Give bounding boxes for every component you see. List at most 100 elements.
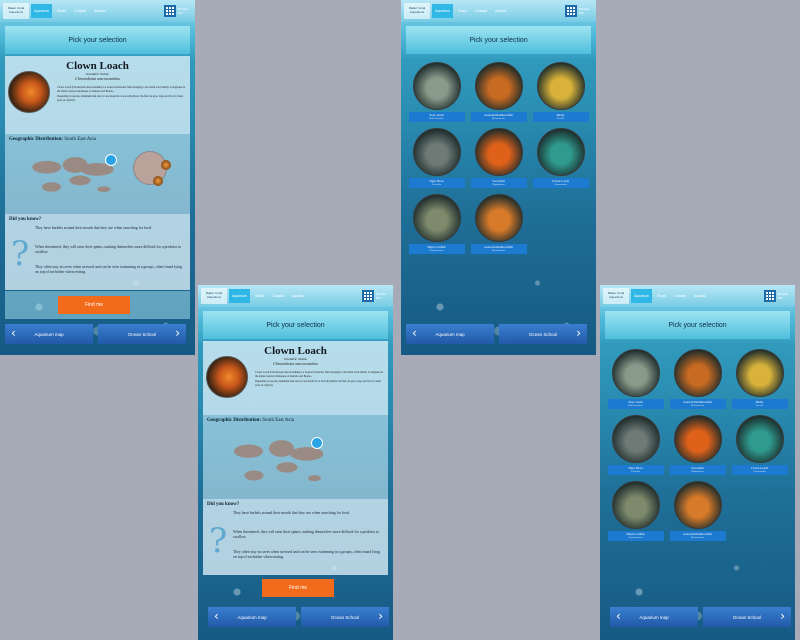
geo-label: Geographic Distribution: South East Asia: [9, 137, 96, 142]
fish-thumbnail[interactable]: [611, 415, 660, 463]
fish-caption[interactable]: Assorted Rainbowfish Melanotaenia: [470, 244, 527, 254]
map-marker[interactable]: [311, 437, 323, 449]
tab-shark[interactable]: Shark: [252, 289, 267, 303]
fish-card[interactable]: Molly Poecilia: [531, 62, 590, 122]
fish-caption[interactable]: Yoyo loach Botia almorhae: [607, 399, 664, 409]
ocean-school-button[interactable]: Ocean School ›: [98, 324, 186, 344]
fish-thumbnail[interactable]: [673, 415, 722, 463]
ocean-school-button[interactable]: Ocean School ›: [301, 607, 389, 627]
tab-aquarium[interactable]: Aquarium: [229, 289, 250, 303]
nav-logo[interactable]: Maker Coral Aquariums: [603, 288, 629, 304]
fish-subname: Xiphophorus: [492, 183, 505, 186]
nav-logo[interactable]: Maker Coral Aquariums: [3, 3, 29, 19]
grid-menu-icon[interactable]: [362, 290, 374, 302]
tab-coastal[interactable]: Coastal: [71, 4, 89, 18]
tab-shark[interactable]: Shark: [54, 4, 69, 18]
fish-thumbnail[interactable]: [474, 62, 523, 110]
chevron-right-icon: ›: [378, 609, 383, 623]
fish-thumbnail[interactable]: [536, 62, 585, 110]
fish-caption[interactable]: Swordtail Xiphophorus: [470, 178, 527, 188]
tab-coastal[interactable]: Coastal: [671, 289, 689, 303]
fish-caption[interactable]: Assorted Rainbowfish Melanotaenia: [669, 531, 726, 541]
fish-photo: [206, 356, 248, 398]
fish-card[interactable]: Yoyo loach Botia almorhae: [606, 349, 665, 409]
ocean-school-button[interactable]: Ocean School ›: [499, 324, 587, 344]
fish-card[interactable]: Tiger Pleco Peckoltia: [407, 128, 466, 188]
grid-menu-label: Browse fish: [376, 292, 387, 300]
fish-card[interactable]: Assorted Rainbowfish Melanotaenia: [668, 349, 727, 409]
grid-menu-icon[interactable]: [164, 5, 176, 17]
fish-card[interactable]: Clown Loach Chromobotia: [531, 128, 590, 188]
fish-card[interactable]: Swordtail Xiphophorus: [668, 415, 727, 475]
fish-thumbnail[interactable]: [673, 349, 722, 397]
fish-card[interactable]: Assorted Rainbowfish Melanotaenia: [469, 62, 528, 122]
fish-card[interactable]: Clown Loach Chromobotia: [730, 415, 789, 475]
tab-coastal[interactable]: Coastal: [269, 289, 287, 303]
fish-caption[interactable]: Hoplo Catfish Hoplosternum: [607, 531, 664, 541]
chevron-left-icon: ‹: [412, 326, 417, 340]
did-you-know-label: Did you know?: [9, 217, 42, 222]
fish-card[interactable]: Assorted Rainbowfish Melanotaenia: [469, 194, 528, 254]
fish-caption[interactable]: Assorted Rainbowfish Melanotaenia: [470, 112, 527, 122]
fish-caption[interactable]: Hoplo Catfish Hoplosternum: [408, 244, 465, 254]
tab-aquatic[interactable]: Aquatic: [492, 4, 510, 18]
ocean-school-button[interactable]: Ocean School ›: [703, 607, 791, 627]
fish-card[interactable]: Hoplo Catfish Hoplosternum: [606, 481, 665, 541]
fish-thumbnail[interactable]: [412, 128, 461, 176]
fish-title: Clown Loach: [66, 60, 129, 72]
tab-aquarium[interactable]: Aquarium: [31, 4, 52, 18]
aquarium-map-label: Aquarium map: [639, 614, 669, 620]
aquarium-map-button[interactable]: ‹ Aquarium map: [610, 607, 698, 627]
fish-thumbnail[interactable]: [735, 415, 784, 463]
tab-aquatic[interactable]: Aquatic: [289, 289, 307, 303]
fish-card[interactable]: Molly Poecilia: [730, 349, 789, 409]
tab-aquatic[interactable]: Aquatic: [691, 289, 709, 303]
tab-aquatic[interactable]: Aquatic: [91, 4, 109, 18]
fish-thumbnail[interactable]: [412, 62, 461, 110]
fish-caption[interactable]: Tiger Pleco Peckoltia: [607, 465, 664, 475]
tab-shark[interactable]: Shark: [654, 289, 669, 303]
fish-thumbnail[interactable]: [611, 349, 660, 397]
fish-caption[interactable]: Tiger Pleco Peckoltia: [408, 178, 465, 188]
fish-card[interactable]: Assorted Rainbowfish Melanotaenia: [668, 481, 727, 541]
tab-aquarium[interactable]: Aquarium: [432, 4, 453, 18]
fish-caption[interactable]: Clown Loach Chromobotia: [731, 465, 788, 475]
fish-thumbnail[interactable]: [611, 481, 660, 529]
tab-aquarium[interactable]: Aquarium: [631, 289, 652, 303]
nav-logo[interactable]: Maker Coral Aquariums: [201, 288, 227, 304]
fish-thumbnail[interactable]: [474, 194, 523, 242]
fish-caption[interactable]: Swordtail Xiphophorus: [669, 465, 726, 475]
grid-menu-icon[interactable]: [764, 290, 776, 302]
fish-subname: Poecilia: [755, 404, 764, 407]
fish-caption[interactable]: Assorted Rainbowfish Melanotaenia: [669, 399, 726, 409]
tab-coastal[interactable]: Coastal: [472, 4, 490, 18]
fact-2: When threatened, they will raise their s…: [233, 530, 380, 539]
map-marker[interactable]: [105, 154, 117, 166]
page-header: Pick your selection: [605, 311, 790, 339]
fish-thumbnail[interactable]: [536, 128, 585, 176]
find-me-button[interactable]: Find me: [58, 296, 130, 314]
fish-card[interactable]: Hoplo Catfish Hoplosternum: [407, 194, 466, 254]
tab-shark[interactable]: Shark: [455, 4, 470, 18]
aquarium-map-label: Aquarium map: [435, 331, 465, 337]
nav-logo[interactable]: Maker Coral Aquariums: [404, 3, 430, 19]
find-me-button[interactable]: Find me: [262, 579, 334, 597]
fish-caption[interactable]: Molly Poecilia: [731, 399, 788, 409]
aquarium-map-button[interactable]: ‹ Aquarium map: [406, 324, 494, 344]
fish-card[interactable]: Swordtail Xiphophorus: [469, 128, 528, 188]
fish-thumbnail[interactable]: [412, 194, 461, 242]
fish-thumbnail[interactable]: [673, 481, 722, 529]
fish-thumbnail[interactable]: [474, 128, 523, 176]
fish-thumbnail[interactable]: [735, 349, 784, 397]
fish-card[interactable]: Yoyo loach Botia almorhae: [407, 62, 466, 122]
fish-caption[interactable]: Yoyo loach Botia almorhae: [408, 112, 465, 122]
fish-caption[interactable]: Molly Poecilia: [532, 112, 589, 122]
grid-menu-icon[interactable]: [565, 5, 577, 17]
fish-caption[interactable]: Clown Loach Chromobotia: [532, 178, 589, 188]
world-map: [23, 154, 118, 198]
desc-para-2: Depending on species, minimum tank size …: [255, 380, 382, 387]
zoom-fish-2: [153, 176, 163, 186]
aquarium-map-button[interactable]: ‹ Aquarium map: [5, 324, 93, 344]
aquarium-map-button[interactable]: ‹ Aquarium map: [208, 607, 296, 627]
fish-card[interactable]: Tiger Pleco Peckoltia: [606, 415, 665, 475]
